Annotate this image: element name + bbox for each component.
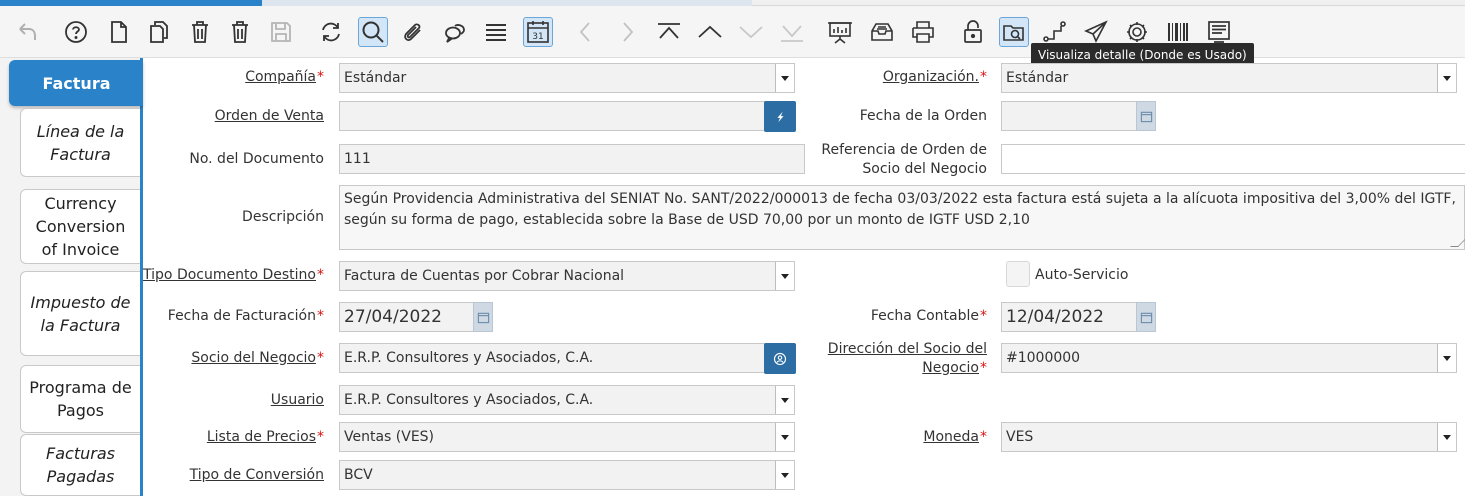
- tipo-conversion-label: Tipo de Conversión: [189, 467, 324, 483]
- usuario-select[interactable]: E.R.P. Consultores y Asociados, C.A.: [339, 385, 795, 415]
- save-icon[interactable]: [266, 17, 296, 47]
- organizacion-label: Organización.*: [882, 69, 987, 85]
- tab-factura[interactable]: Factura: [9, 60, 143, 106]
- referencia-orden-input[interactable]: [1001, 144, 1465, 174]
- referencia-orden-label: Referencia de Orden de Socio del Negocio: [821, 142, 987, 177]
- attachment-icon[interactable]: [398, 17, 428, 47]
- user-icon: [773, 352, 787, 365]
- orden-venta-input[interactable]: [339, 101, 765, 131]
- grid-toggle-icon[interactable]: [481, 17, 511, 47]
- fecha-orden-label: Fecha de la Orden: [859, 108, 987, 124]
- lista-precios-select[interactable]: Ventas (VES): [339, 422, 795, 452]
- refresh-icon[interactable]: [316, 17, 346, 47]
- direccion-socio-label: Dirección del Socio del Negocio*: [827, 341, 987, 376]
- chevron-down-icon[interactable]: [775, 461, 794, 489]
- undo-icon[interactable]: [12, 17, 42, 47]
- compania-select[interactable]: Estándar: [339, 63, 795, 93]
- orden-venta-label: Orden de Venta: [214, 108, 324, 124]
- chevron-down-icon[interactable]: [775, 386, 794, 414]
- calendar-day: 31: [532, 32, 543, 42]
- no-documento-input[interactable]: 111: [339, 144, 805, 174]
- no-documento-label: No. del Documento: [189, 151, 324, 167]
- auto-servicio-label: Auto-Servicio: [1035, 267, 1129, 283]
- record-tabs: Factura Línea de la Factura Currency Con…: [0, 58, 143, 496]
- socio-negocio-label: Socio del Negocio*: [191, 350, 324, 366]
- delete-selected-icon[interactable]: [225, 17, 255, 47]
- descripcion-label: Descripción: [242, 209, 324, 225]
- lightning-icon: [777, 111, 784, 122]
- find-icon[interactable]: [358, 17, 388, 47]
- fecha-contable-label: Fecha Contable*: [870, 308, 987, 324]
- tab-currency-conversion[interactable]: Currency Conversion of Invoice: [20, 189, 140, 264]
- parent-record-icon[interactable]: [695, 17, 725, 47]
- fecha-facturacion-input[interactable]: 27/04/2022: [339, 302, 474, 332]
- print-icon[interactable]: [908, 17, 938, 47]
- auto-servicio-checkbox[interactable]: [1006, 261, 1030, 287]
- fecha-contable-input[interactable]: 12/04/2022: [1001, 302, 1137, 332]
- report-icon[interactable]: [825, 17, 855, 47]
- moneda-label: Moneda*: [923, 429, 987, 445]
- tipo-documento-select[interactable]: Factura de Cuentas por Cobrar Nacional: [339, 261, 795, 291]
- archive-icon[interactable]: [867, 17, 897, 47]
- calendar-icon[interactable]: [473, 302, 493, 332]
- last-record-icon[interactable]: [777, 17, 807, 47]
- socio-negocio-input[interactable]: E.R.P. Consultores y Asociados, C.A.: [339, 343, 765, 373]
- chevron-down-icon[interactable]: [1437, 64, 1456, 92]
- detail-record-icon[interactable]: [736, 17, 766, 47]
- new-record-icon[interactable]: [104, 17, 134, 47]
- previous-icon[interactable]: [571, 17, 601, 47]
- calendar-icon[interactable]: [1136, 101, 1156, 131]
- usuario-label: Usuario: [270, 392, 324, 408]
- calendar-icon[interactable]: [1136, 302, 1156, 332]
- chevron-down-icon[interactable]: [1437, 423, 1456, 451]
- copy-icon[interactable]: [144, 17, 174, 47]
- fecha-orden-input[interactable]: [1001, 101, 1137, 131]
- tab-programa-pagos[interactable]: Programa de Pagos: [20, 365, 140, 433]
- lock-icon[interactable]: [958, 17, 988, 47]
- first-record-icon[interactable]: [654, 17, 684, 47]
- fecha-facturacion-label: Fecha de Facturación*: [167, 308, 324, 324]
- resize-handle-icon[interactable]: [1450, 239, 1465, 247]
- compania-label: Compañía*: [245, 69, 324, 85]
- tab-facturas-pagadas[interactable]: Facturas Pagadas: [20, 434, 140, 496]
- socio-search-button[interactable]: [764, 343, 796, 374]
- delete-icon[interactable]: [185, 17, 215, 47]
- tab-linea-factura[interactable]: Línea de la Factura: [20, 108, 140, 177]
- search-order-button[interactable]: [764, 101, 796, 132]
- chevron-down-icon[interactable]: [775, 64, 794, 92]
- tipo-documento-label: Tipo Documento Destino*: [143, 267, 324, 283]
- chevron-down-icon[interactable]: [775, 262, 794, 290]
- tipo-conversion-select[interactable]: BCV: [339, 460, 795, 490]
- direccion-socio-select[interactable]: #1000000: [1001, 343, 1457, 373]
- zoom-across-icon[interactable]: [999, 17, 1029, 47]
- help-icon[interactable]: [61, 17, 91, 47]
- tab-impuesto-factura[interactable]: Impuesto de la Factura: [20, 271, 140, 356]
- chevron-down-icon[interactable]: [1437, 344, 1456, 372]
- next-icon[interactable]: [612, 17, 642, 47]
- chat-icon[interactable]: [440, 17, 470, 47]
- calendar-icon[interactable]: 31: [523, 17, 553, 47]
- lista-precios-label: Lista de Precios*: [206, 429, 324, 445]
- organizacion-select[interactable]: Estándar: [1001, 63, 1457, 93]
- chevron-down-icon[interactable]: [775, 423, 794, 451]
- moneda-select[interactable]: VES: [1001, 422, 1457, 452]
- descripcion-textarea[interactable]: Según Providencia Administrativa del SEN…: [339, 185, 1465, 250]
